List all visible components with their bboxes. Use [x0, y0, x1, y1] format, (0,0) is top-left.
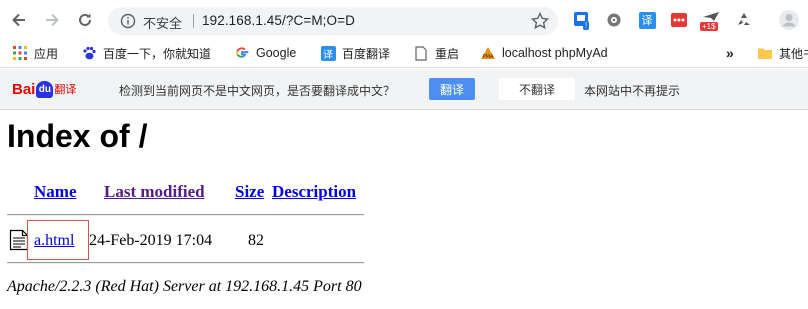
bookmark-baidu-translate[interactable]: 译 百度翻译 — [320, 44, 390, 62]
security-label: 不安全 — [143, 17, 183, 32]
info-icon[interactable] — [120, 13, 136, 29]
forward-arrow-icon — [46, 13, 59, 27]
profile-avatar[interactable] — [778, 9, 800, 31]
ext-gear-icon[interactable] — [603, 9, 625, 31]
google-g-icon — [234, 45, 250, 61]
bookmark-label: 其他书 — [779, 46, 808, 61]
bookmarks-overflow-button[interactable]: » — [726, 44, 734, 62]
url-text[interactable]: 192.168.1.45/?C=M;O=D — [202, 13, 355, 28]
column-header-description[interactable]: Description — [272, 182, 356, 202]
table-bottom-divider — [7, 262, 364, 264]
bookmark-star-icon[interactable] — [530, 11, 550, 31]
file-link[interactable]: a.html — [34, 232, 74, 250]
omnibox-divider — [193, 14, 194, 28]
bookmarks-bar: 应用 百度一下，你就知道 Google 译 百度翻译 重启 PMA localh… — [0, 38, 808, 68]
file-modified: 24-Feb-2019 17:04 — [89, 232, 213, 249]
browser-toolbar: 不安全 192.168.1.45/?C=M;O=D ! 译 +1$ — [0, 0, 808, 38]
phpmyadmin-icon: PMA — [480, 45, 496, 61]
bookmark-apps[interactable]: 应用 — [12, 44, 58, 62]
bookmark-google[interactable]: Google — [234, 44, 296, 62]
table-top-divider — [7, 214, 364, 216]
bookmark-other-folder[interactable]: 其他书 — [757, 44, 808, 62]
ext-badge: +1$ — [700, 22, 718, 31]
reload-button[interactable] — [74, 9, 96, 31]
bookmark-label: localhost phpMyAd — [502, 46, 608, 60]
ext-red-dots-icon[interactable] — [668, 9, 690, 31]
reload-icon — [79, 13, 91, 26]
translate-message: 检测到当前网页不是中文网页，是否要翻译成中文？ — [119, 84, 396, 98]
bookmark-label: 百度翻译 — [342, 46, 391, 61]
page-title: Index of / — [7, 118, 148, 154]
translate-button[interactable]: 翻译 — [429, 78, 475, 100]
ext-translate-icon[interactable]: 译 — [636, 9, 658, 31]
ext-recycle-icon[interactable] — [733, 9, 755, 31]
never-translate-link[interactable]: 本网站中不再提示 — [584, 82, 680, 99]
overflow-chevron-icon: » — [726, 45, 734, 61]
apps-grid-icon — [12, 45, 28, 61]
svg-text:PMA: PMA — [483, 54, 494, 60]
ext-plane-icon[interactable]: +1$ — [700, 9, 722, 31]
ext-badge: ! — [583, 21, 590, 30]
column-header-size[interactable]: Size — [235, 182, 264, 202]
ext-blue-badge-icon[interactable]: ! — [571, 9, 593, 31]
bookmark-baidu[interactable]: 百度一下，你就知道 — [81, 44, 211, 62]
baidu-paw-icon — [81, 45, 97, 61]
server-signature: Apache/2.2.3 (Red Hat) Server at 192.168… — [7, 278, 362, 295]
folder-icon — [757, 45, 773, 61]
text-file-icon — [9, 229, 29, 251]
baidu-translate-logo: Bai du 翻译 — [12, 80, 77, 98]
page-icon — [413, 45, 429, 61]
bookmark-label: 应用 — [34, 46, 59, 61]
translate-icon: 译 — [320, 45, 336, 61]
column-header-last-modified[interactable]: Last modified — [104, 182, 205, 202]
bookmark-restart[interactable]: 重启 — [413, 44, 459, 62]
address-bar[interactable]: 不安全 192.168.1.45/?C=M;O=D — [108, 7, 558, 35]
forward-button[interactable] — [41, 9, 63, 31]
bookmark-label: 百度一下，你就知道 — [103, 46, 212, 61]
translate-bar: Bai du 翻译 检测到当前网页不是中文网页，是否要翻译成中文？ 翻译 不翻译… — [0, 69, 808, 110]
bookmark-label: Google — [256, 46, 297, 60]
no-translate-button[interactable]: 不翻译 — [499, 78, 575, 100]
bookmark-label: 重启 — [435, 46, 460, 61]
file-size: 82 — [248, 232, 264, 249]
back-arrow-icon — [12, 13, 25, 27]
ext-translate-label: 译 — [638, 11, 656, 29]
back-button[interactable] — [8, 9, 30, 31]
column-header-name[interactable]: Name — [34, 182, 76, 202]
bookmark-phpmyadmin[interactable]: PMA localhost phpMyAd — [480, 44, 608, 62]
